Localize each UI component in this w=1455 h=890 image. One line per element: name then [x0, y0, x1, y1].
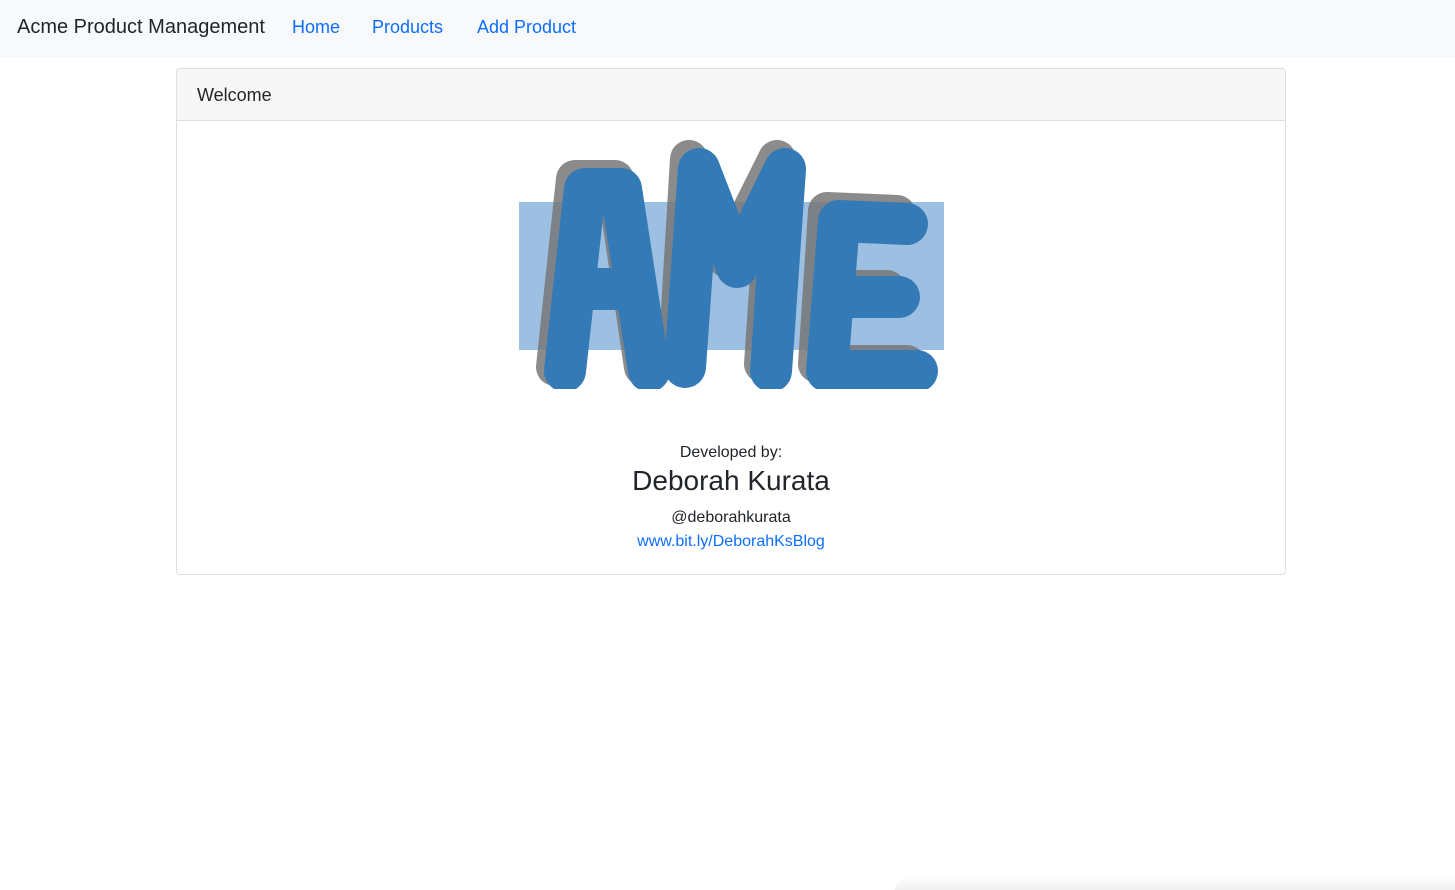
welcome-card: Welcome Developed by: Deborah Kurata @de…: [176, 68, 1286, 575]
developer-link-wrap: www.bit.ly/DeborahKsBlog: [177, 533, 1285, 551]
nav-link-products[interactable]: Products: [372, 17, 443, 38]
developed-by-label: Developed by:: [679, 444, 783, 461]
developer-name: Deborah Kurata: [632, 465, 830, 496]
brand-title[interactable]: Acme Product Management: [17, 16, 265, 39]
nav-link-home[interactable]: Home: [292, 17, 340, 38]
acme-logo: [519, 140, 944, 389]
top-navbar: Acme Product Management Home Products Ad…: [0, 0, 1455, 57]
developer-blog-link[interactable]: www.bit.ly/DeborahKsBlog: [637, 533, 825, 550]
corner-shadow: [895, 876, 1455, 890]
nav-link-add-product[interactable]: Add Product: [477, 17, 576, 38]
card-header-title: Welcome: [197, 85, 272, 105]
card-header: Welcome: [177, 69, 1285, 121]
developer-handle: @deborahkurata: [671, 509, 791, 526]
